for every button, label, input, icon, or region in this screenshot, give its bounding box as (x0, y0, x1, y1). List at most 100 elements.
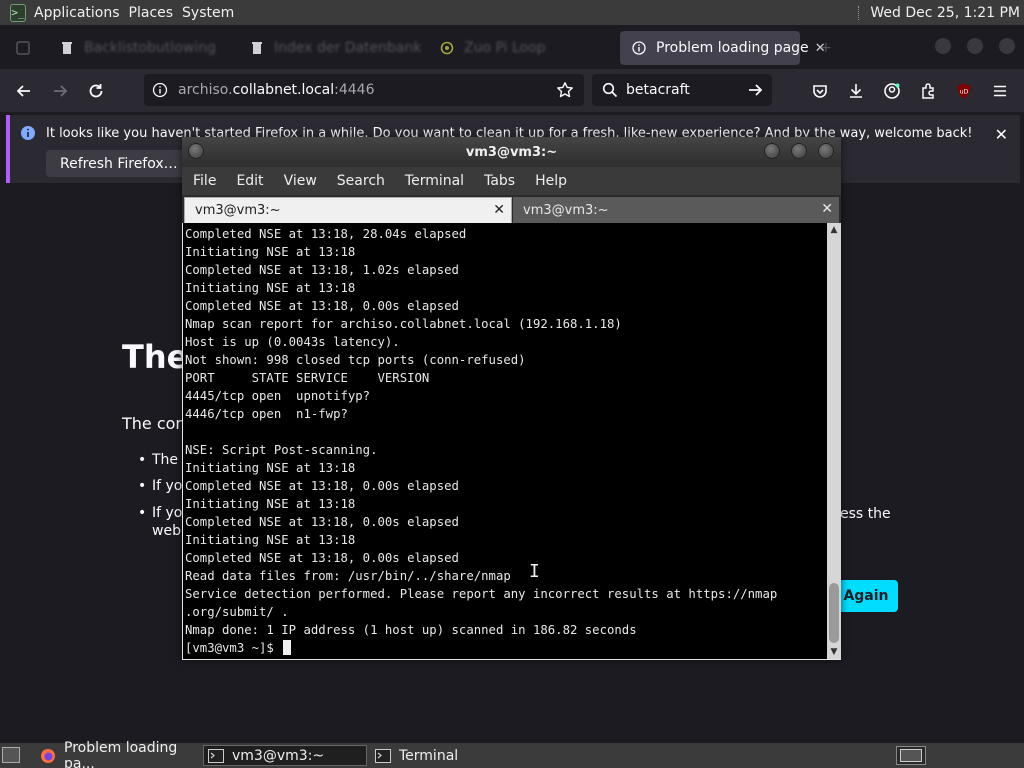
tab-1[interactable]: Backlistobutlowing (48, 31, 238, 65)
terminal-logo-icon[interactable]: >_ (10, 3, 26, 22)
list-item-text: If yo (152, 505, 183, 521)
menu-file[interactable]: File (182, 173, 225, 189)
minimize-button[interactable] (764, 143, 780, 159)
list-item: The (138, 452, 182, 468)
terminal-line: 4446/tcp open n1-fwp? (185, 407, 348, 421)
top-panel: >_ Applications Places System Wed Dec 25… (0, 0, 1024, 25)
close-icon[interactable]: ✕ (821, 201, 833, 217)
terminal-line: Read data files from: /usr/bin/../share/… (185, 569, 511, 583)
list-item-tail: ess the (840, 506, 891, 522)
tab-problem-loading[interactable]: Problem loading page ✕ (620, 31, 826, 65)
system-menu[interactable]: System (182, 5, 243, 21)
task-label: Terminal (399, 747, 459, 764)
terminal-line: PORT STATE SERVICE VERSION (185, 371, 430, 385)
tab-2[interactable]: Index der Datenbank (238, 31, 428, 65)
search-value: betacraft (626, 82, 690, 98)
task-terminal[interactable]: Terminal (371, 745, 535, 766)
terminal-output[interactable]: Completed NSE at 13:18, 28.04s elapsed In… (183, 223, 827, 659)
terminal-window: vm3@vm3:~ File Edit View Search Terminal… (182, 137, 841, 660)
search-bar[interactable]: betacraft (592, 74, 772, 106)
workspace-switcher[interactable] (896, 746, 926, 765)
task-terminal-vm3[interactable]: vm3@vm3:~ (203, 745, 367, 766)
panel-right: Wed Dec 25, 1:21 PM (858, 0, 1024, 25)
desktop: >_ Applications Places System Wed Dec 25… (0, 0, 1024, 768)
terminal-tab-1[interactable]: vm3@vm3:~ ✕ (184, 197, 512, 223)
task-label: Problem loading pa... (64, 739, 178, 768)
close-icon[interactable]: ✕ (493, 202, 505, 218)
download-icon (850, 84, 862, 98)
square-icon (16, 41, 30, 55)
minimize-button[interactable] (935, 38, 951, 54)
back-button[interactable] (10, 77, 38, 105)
list-item-text: web (152, 523, 181, 539)
terminal-icon (208, 748, 224, 763)
workspace-1[interactable] (900, 749, 922, 762)
terminal-line: Completed NSE at 13:18, 28.04s elapsed (185, 227, 467, 241)
terminal-tabbar: vm3@vm3:~ ✕ vm3@vm3:~ ✕ (182, 195, 841, 223)
tab-pinned[interactable] (4, 31, 48, 65)
account-button[interactable] (878, 77, 906, 105)
terminal-scrollbar[interactable]: ▲ ▼ (827, 223, 841, 659)
terminal-tab-2[interactable]: vm3@vm3:~ ✕ (513, 197, 839, 223)
close-icon[interactable]: ✕ (995, 125, 1008, 144)
ublock-button[interactable]: uD (950, 77, 978, 105)
refresh-firefox-button[interactable]: Refresh Firefox… (46, 150, 192, 177)
terminal-line: Completed NSE at 13:18, 0.00s elapsed (185, 479, 459, 493)
terminal-line: Completed NSE at 13:18, 0.00s elapsed (185, 299, 459, 313)
scroll-down-icon[interactable]: ▼ (827, 645, 841, 659)
terminal-titlebar[interactable]: vm3@vm3:~ (182, 137, 841, 167)
url-domain: collabnet.local (232, 82, 335, 98)
scroll-up-icon[interactable]: ▲ (827, 223, 841, 237)
app-menu-button[interactable] (986, 77, 1014, 105)
close-window-button[interactable] (818, 143, 834, 159)
svg-text:uD: uD (960, 89, 969, 96)
menu-tabs[interactable]: Tabs (473, 173, 524, 189)
terminal-text: Completed NSE at 13:18, 28.04s elapsed In… (185, 225, 777, 657)
terminal-line: Nmap scan report for archiso.collabnet.l… (185, 317, 622, 331)
star-icon[interactable] (556, 81, 574, 99)
tab-3[interactable]: Zuo Pi Loop (428, 31, 618, 65)
maximize-button[interactable] (791, 143, 807, 159)
tab-label: Backlistobutlowing (84, 40, 216, 56)
list-item: If yo web (138, 504, 182, 540)
pocket-icon (813, 85, 827, 98)
show-desktop-icon[interactable] (2, 747, 20, 763)
applications-menu[interactable]: Applications (34, 5, 129, 21)
pocket-button[interactable] (806, 77, 834, 105)
info-icon[interactable] (152, 82, 168, 98)
plus-icon: + (820, 40, 832, 56)
menu-search[interactable]: Search (326, 173, 394, 189)
menu-terminal[interactable]: Terminal (394, 173, 473, 189)
window-title: vm3@vm3:~ (465, 144, 558, 160)
forward-button[interactable] (46, 77, 74, 105)
url-subdomain: archiso. (178, 82, 233, 98)
reload-button[interactable] (82, 77, 110, 105)
menu-edit[interactable]: Edit (225, 173, 272, 189)
url-bar[interactable]: archiso. collabnet.local:4446 (144, 74, 584, 106)
terminal-cursor (283, 640, 292, 655)
tab-label: vm3@vm3:~ (523, 202, 609, 218)
window-menu-icon[interactable] (188, 143, 204, 159)
arrow-right-icon[interactable] (746, 81, 764, 99)
prompt-text: [vm3@vm3 ~]$ (185, 641, 282, 655)
terminal-line: Completed NSE at 13:18, 0.00s elapsed (185, 515, 459, 529)
new-tab-button[interactable]: + (808, 31, 838, 65)
trash-icon (60, 41, 74, 55)
extensions-button[interactable] (914, 77, 942, 105)
downloads-button[interactable] (842, 77, 870, 105)
maximize-button[interactable] (967, 38, 983, 54)
menu-help[interactable]: Help (524, 173, 576, 189)
close-window-button[interactable] (999, 38, 1015, 54)
places-menu[interactable]: Places (129, 5, 183, 21)
scroll-thumb[interactable] (829, 583, 839, 643)
clock[interactable]: Wed Dec 25, 1:21 PM (870, 5, 1024, 21)
terminal-line: Nmap done: 1 IP address (1 host up) scan… (185, 623, 637, 637)
terminal-line: Initiating NSE at 13:18 (185, 461, 356, 475)
task-firefox[interactable]: Problem loading pa... (36, 740, 200, 768)
menu-view[interactable]: View (273, 173, 326, 189)
arrow-left-icon (16, 85, 30, 97)
terminal-line: Initiating NSE at 13:18 (185, 245, 356, 259)
terminal-line: Service detection performed. Please repo… (185, 587, 778, 601)
list-item: If yo (138, 478, 182, 494)
